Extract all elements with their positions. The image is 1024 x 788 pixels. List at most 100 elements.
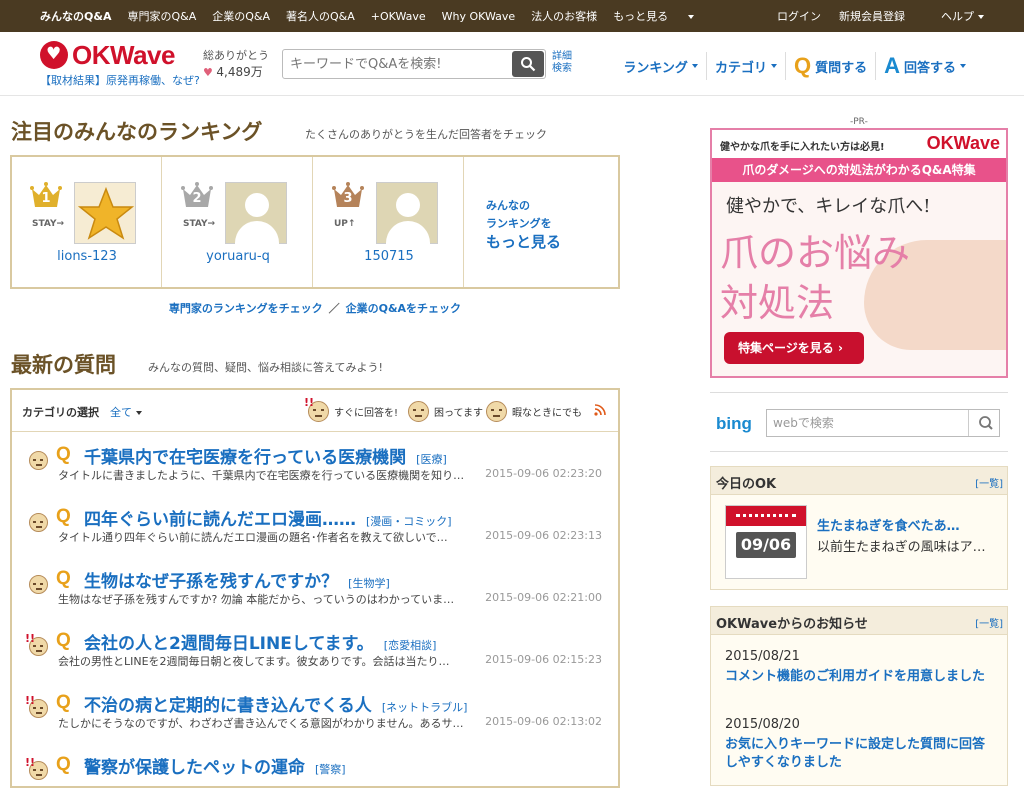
- question-timestamp: 2015-09-06 02:21:00: [485, 591, 602, 604]
- question-category-tag[interactable]: [生物学]: [348, 577, 390, 590]
- bing-search-button[interactable]: [968, 410, 1002, 436]
- ranking-section-subtitle: たくさんのありがとうを生んだ回答者をチェック: [305, 128, 547, 141]
- question-row[interactable]: !! Q 不治の病と定期的に書き込んでくる人 [ネットトラブル] たしかにそうなの…: [12, 686, 618, 748]
- login-link[interactable]: ログイン: [777, 8, 821, 24]
- avatar[interactable]: [376, 182, 438, 245]
- ranking-username[interactable]: 150715: [314, 249, 464, 264]
- question-category-tag[interactable]: [警察]: [315, 763, 346, 776]
- global-nav-bar: みんなのQ&A 専門家のQ&A 企業のQ&A 著名人のQ&A +OKWave W…: [0, 0, 1024, 32]
- site-header: OKWave 【取材結果】原発再稼働、なぜ? 総ありがとう ♥ 4,489万 詳…: [0, 32, 1024, 96]
- question-category-tag[interactable]: [恋愛相談]: [384, 639, 437, 652]
- more-ranking-line: ランキングを: [486, 217, 552, 230]
- okwave-logo[interactable]: OKWave: [40, 40, 175, 70]
- today-question-title[interactable]: 生たまねぎを食べたあ…: [817, 515, 960, 534]
- nav-link-expert-qa[interactable]: 専門家のQ&A: [127, 8, 196, 24]
- filter-label: すぐに回答を!: [334, 408, 399, 419]
- more-ranking-line: みんなの: [486, 199, 530, 212]
- help-label: ヘルプ: [941, 10, 974, 23]
- filter-troubled[interactable]: 困ってます: [408, 401, 483, 422]
- question-row[interactable]: Q 四年ぐらい前に読んだエロ漫画…… [漫画・コミック] タイトル通り四年ぐらい前…: [12, 500, 618, 562]
- advanced-search-label-2: 検索: [552, 63, 572, 74]
- question-category-tag[interactable]: [漫画・コミック]: [366, 515, 452, 528]
- question-row[interactable]: Q 千葉県内で在宅医療を行っている医療機関 [医療] タイトルに書きましたように、…: [12, 438, 618, 500]
- panel-header: OKWaveからのお知らせ [一覧]: [711, 607, 1007, 635]
- question-title[interactable]: 会社の人と2週間毎日LINEしてます。 [恋愛相談]: [84, 629, 436, 654]
- company-qa-link[interactable]: 企業のQ&Aをチェック: [346, 302, 461, 315]
- question-title[interactable]: 警察が保護したペットの運命 [警察]: [84, 753, 346, 778]
- answer-label: 回答する: [903, 60, 956, 76]
- category-select[interactable]: 全て: [110, 404, 142, 420]
- more-ranking-link[interactable]: みんなの ランキングを もっと見る: [486, 197, 561, 251]
- ad-band: 爪のダメージへの対処法がわかるQ&A特集: [712, 158, 1006, 182]
- question-row[interactable]: !! Q 警察が保護したペットの運命 [警察]: [12, 748, 618, 786]
- ad-header-text: 健やかな爪を手に入れたい方は必見!: [720, 142, 885, 153]
- search-input[interactable]: [283, 50, 511, 78]
- question-row[interactable]: Q 生物はなぜ子孫を残すんですか？ [生物学] 生物はなぜ子孫を残すんですか? 勿…: [12, 562, 618, 624]
- question-row[interactable]: !! Q 会社の人と2週間毎日LINEしてます。 [恋愛相談] 会社の男性とLIN…: [12, 624, 618, 686]
- category-menu[interactable]: カテゴリ: [705, 52, 785, 80]
- calendar-header: [726, 506, 806, 526]
- ranking-label: ランキング: [623, 60, 688, 76]
- rss-icon[interactable]: [594, 404, 606, 416]
- rank-status: STAY→: [183, 219, 216, 229]
- news-title[interactable]: お気に入りキーワードに設定した質問に回答しやすくなりました: [725, 736, 995, 772]
- nav-link-why-okwave[interactable]: Why OKWave: [442, 10, 516, 23]
- advanced-search-link[interactable]: 詳細 検索: [552, 51, 572, 75]
- search-button[interactable]: [512, 51, 544, 77]
- nav-link-plus-okwave[interactable]: +OKWave: [371, 10, 426, 23]
- pr-label: -PR-: [850, 117, 868, 127]
- ad-banner[interactable]: 健やかな爪を手に入れたい方は必見! OKWave 爪のダメージへの対処法がわかる…: [710, 128, 1008, 378]
- question-title-text: 千葉県内で在宅医療を行っている医療機関: [84, 448, 407, 468]
- nav-link-business[interactable]: 法人のお客様: [531, 8, 597, 24]
- answer-icon: A: [884, 53, 900, 78]
- ad-cta-button[interactable]: 特集ページを見る ›: [724, 332, 864, 364]
- question-title-text: 会社の人と2週間毎日LINEしてます。: [84, 634, 374, 654]
- avatar[interactable]: [74, 182, 136, 244]
- filter-urgent[interactable]: !! すぐに回答を!: [304, 396, 399, 422]
- news-date: 2015/08/20: [725, 717, 800, 732]
- ask-question-button[interactable]: Q 質問する: [784, 52, 875, 80]
- urgent-face-icon: !!: [25, 694, 48, 718]
- ad-logo: OKWave: [926, 133, 1000, 153]
- question-icon: Q: [56, 506, 71, 527]
- question-category-tag[interactable]: [医療]: [416, 453, 447, 466]
- ranking-menu[interactable]: ランキング: [615, 52, 706, 80]
- register-link[interactable]: 新規会員登録: [839, 8, 905, 24]
- expert-ranking-link[interactable]: 専門家のランキングをチェック: [169, 302, 323, 315]
- question-title-text: 生物はなぜ子孫を残すんですか？: [84, 572, 339, 592]
- news-item: 2015/08/21 コメント機能のご利用ガイドを用意しました: [725, 649, 995, 686]
- question-title[interactable]: 千葉県内で在宅医療を行っている医療機関 [医療]: [84, 443, 447, 468]
- nav-link-celebrity-qa[interactable]: 著名人のQ&A: [286, 8, 355, 24]
- chevron-down-icon: [688, 15, 695, 19]
- ranking-username[interactable]: yoruaru-q: [163, 249, 313, 264]
- bing-search-input[interactable]: webで検索: [766, 409, 1000, 437]
- ad-headline: 健やかで、キレイな爪へ!: [726, 196, 931, 217]
- question-title-text: 不治の病と定期的に書き込んでくる人: [84, 696, 372, 716]
- rank-status: UP↑: [334, 219, 356, 229]
- main-nav: ランキング カテゴリ Q 質問する A 回答する: [615, 52, 974, 80]
- avatar[interactable]: [225, 182, 287, 245]
- question-title[interactable]: 四年ぐらい前に読んだエロ漫画…… [漫画・コミック]: [84, 505, 452, 530]
- help-menu[interactable]: ヘルプ: [923, 8, 984, 24]
- news-title[interactable]: コメント機能のご利用ガイドを用意しました: [725, 668, 995, 686]
- category-select-label: カテゴリの選択: [22, 406, 99, 419]
- nav-link-more[interactable]: もっと見る: [613, 8, 695, 24]
- question-title[interactable]: 生物はなぜ子孫を残すんですか？ [生物学]: [84, 567, 390, 592]
- view-all-link[interactable]: [一覧]: [975, 615, 1003, 630]
- answer-menu[interactable]: A 回答する: [875, 52, 974, 80]
- ranking-username[interactable]: lions-123: [12, 249, 162, 264]
- advanced-search-label-1: 詳細: [552, 51, 572, 62]
- crown-icon: 3: [332, 181, 364, 209]
- question-title-text: 警察が保護したペットの運命: [84, 758, 305, 778]
- view-all-link[interactable]: [一覧]: [975, 475, 1003, 490]
- crown-icon: 2: [181, 181, 213, 209]
- chevron-down-icon: [978, 15, 984, 19]
- nav-link-company-qa[interactable]: 企業のQ&A: [212, 8, 270, 24]
- featured-news-link[interactable]: 【取材結果】原発再稼働、なぜ?: [40, 72, 200, 88]
- question-title[interactable]: 不治の病と定期的に書き込んでくる人 [ネットトラブル]: [84, 691, 467, 716]
- question-category-tag[interactable]: [ネットトラブル]: [382, 701, 468, 714]
- nav-link-everyone-qa[interactable]: みんなのQ&A: [40, 8, 111, 24]
- ranking-entry: 2 STAY→ yoruaru-q: [163, 157, 313, 287]
- filter-leisure[interactable]: 暇なときにでも: [486, 401, 582, 422]
- news-date: 2015/08/21: [725, 649, 800, 664]
